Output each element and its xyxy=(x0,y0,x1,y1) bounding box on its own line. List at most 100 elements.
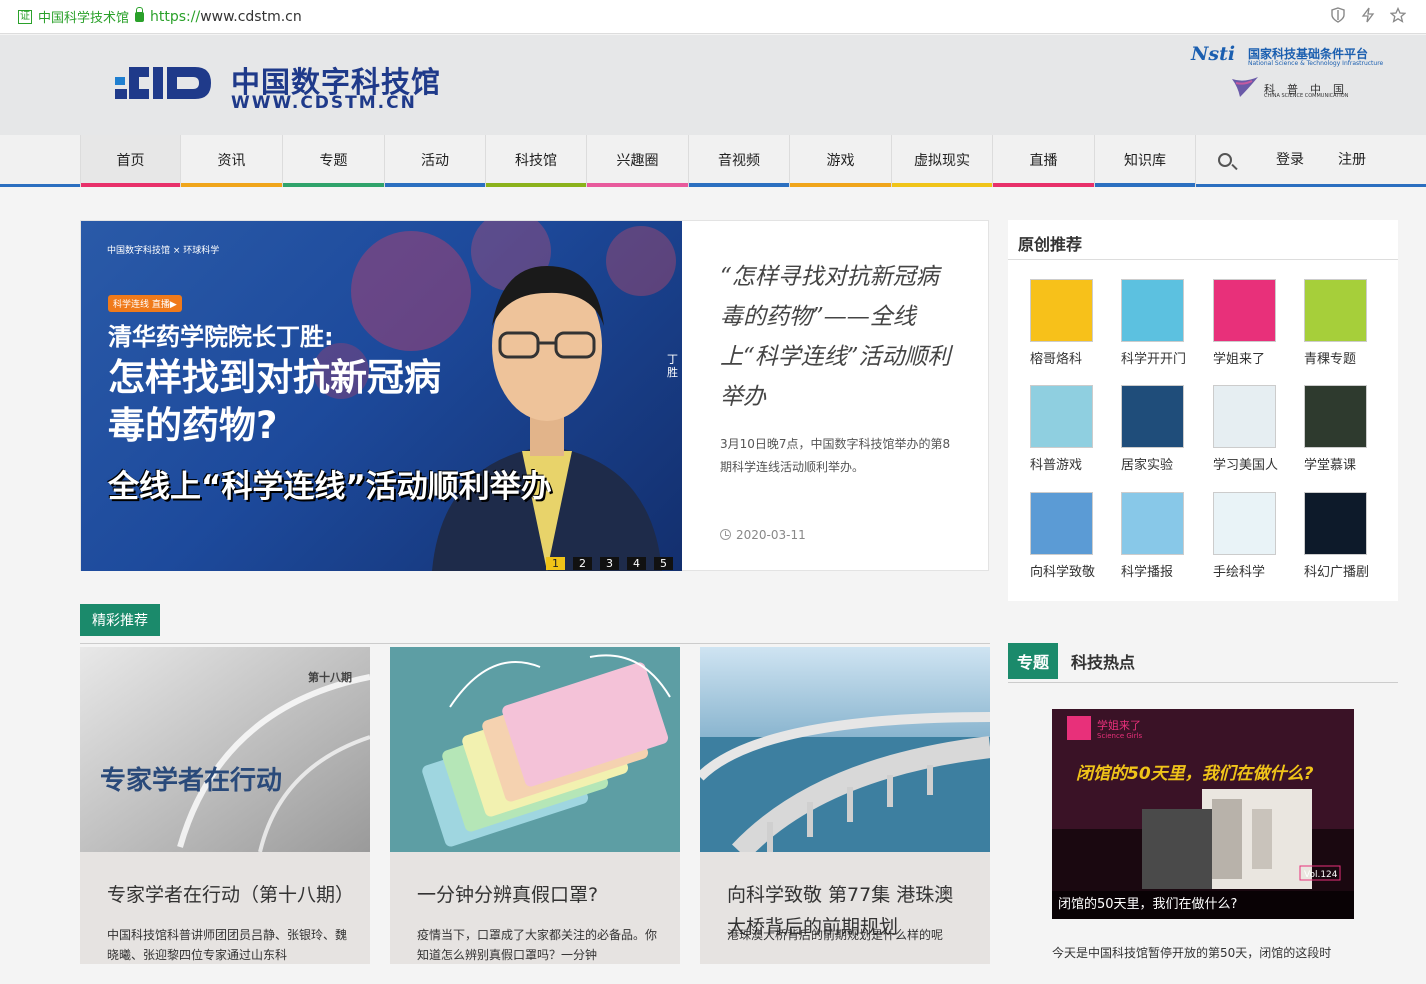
kepu-english-name: CHINA SCIENCE COMMUNICATION xyxy=(1264,93,1349,99)
card-description: 中国科技馆科普讲师团团员吕静、张银玲、魏晓曦、张迎黎四位专家通过山东科 xyxy=(107,928,348,962)
nav-item-events[interactable]: 活动 xyxy=(385,135,486,187)
recommend-tile[interactable]: 学习美国人 xyxy=(1213,385,1293,473)
card-title[interactable]: 一分钟分辨真假口罩? xyxy=(417,879,657,911)
topic-image-graphic: 学姐来了 Science Girls 闭馆的50天里，我们在做什么? Vol.1… xyxy=(1052,709,1354,919)
recommend-tile[interactable]: 科幻广播剧 xyxy=(1304,492,1384,580)
lock-icon xyxy=(135,6,145,22)
banner-page-2[interactable]: 2 xyxy=(573,557,592,570)
url-scheme[interactable]: https:// xyxy=(150,9,200,25)
banner-headline-2: 怎样找到对抗新冠病毒的药物? xyxy=(108,356,441,447)
recommend-tile-label[interactable]: 青稞专题 xyxy=(1304,348,1384,367)
recommend-tile[interactable]: 青稞专题 xyxy=(1304,279,1384,367)
recommend-tile-image[interactable] xyxy=(1213,279,1276,342)
recommend-tile-image[interactable] xyxy=(1030,279,1093,342)
nav-item-knowledge[interactable]: 知识库 xyxy=(1095,135,1196,187)
nav-item-topics[interactable]: 专题 xyxy=(283,135,385,187)
url-host[interactable]: www.cdstm.cn xyxy=(200,9,302,25)
card-image-title: 专家学者在行动 xyxy=(100,765,282,796)
recommend-tile-label[interactable]: 科幻广播剧 xyxy=(1304,561,1384,580)
site-header: 中国数字科技馆 WWW.CDSTM.CN Nsti 国家科技基础条件平台 Nat… xyxy=(0,35,1426,135)
banner-headline-1: 清华药学院院长丁胜: xyxy=(108,323,334,351)
recommend-tile-label[interactable]: 居家实验 xyxy=(1121,454,1201,473)
banner-page-4[interactable]: 4 xyxy=(627,557,646,570)
recommend-tile-label[interactable]: 学习美国人 xyxy=(1213,454,1293,473)
nav-item-vr[interactable]: 虚拟现实 xyxy=(892,135,993,187)
topic-image-brand-en: Science Girls xyxy=(1097,732,1143,740)
nav-item-news[interactable]: 资讯 xyxy=(181,135,283,187)
recommend-tile-image[interactable] xyxy=(1121,385,1184,448)
original-recommend-panel: 原创推荐 榕哥烙科 科学开开门 学姐来了 青稞专题科普游戏 居家实验 学习美国人 学堂慕课向… xyxy=(1008,220,1398,601)
nav-item-live[interactable]: 直播 xyxy=(993,135,1095,187)
shield-icon[interactable] xyxy=(1330,7,1346,23)
recommend-tile-image[interactable] xyxy=(1121,279,1184,342)
banner-image[interactable]: 中国数字科技馆 × 环球科学 科学连线 直播▶ 清华药学院院长丁胜: 怎样找到对… xyxy=(81,221,682,571)
divider xyxy=(80,643,990,644)
browser-address-bar[interactable]: 证 中国科学技术馆 https://www.cdstm.cn xyxy=(0,0,1426,34)
recommend-tile-image[interactable] xyxy=(1213,492,1276,555)
cdstm-logo-icon[interactable] xyxy=(115,59,223,107)
lightning-icon[interactable] xyxy=(1360,7,1376,23)
banner-date: 2020-03-11 xyxy=(720,528,806,542)
recommend-tile-label[interactable]: 学姐来了 xyxy=(1213,348,1293,367)
recommend-tile-image[interactable] xyxy=(1121,492,1184,555)
recommend-tile-image[interactable] xyxy=(1030,492,1093,555)
recommend-tile[interactable]: 榕哥烙科 xyxy=(1030,279,1110,367)
recommend-tile-label[interactable]: 榕哥烙科 xyxy=(1030,348,1110,367)
banner-page-5[interactable]: 5 xyxy=(654,557,673,570)
logo-url-text[interactable]: WWW.CDSTM.CN xyxy=(231,93,417,113)
featured-card[interactable]: 向科学致敬 第77集 港珠澳大桥背后的前期规划 港珠澳大桥背后的前期规划是什么样… xyxy=(700,647,990,977)
banner-quote-title[interactable]: “怎样寻找对抗新冠病毒的药物”——全线上“科学连线”活动顺利举办 xyxy=(720,257,960,417)
topic-caption[interactable]: 闭馆的50天里，我们在做什么? xyxy=(1052,891,1354,919)
divider xyxy=(1008,682,1398,683)
recommend-tile[interactable]: 学堂慕课 xyxy=(1304,385,1384,473)
divider xyxy=(1008,259,1398,260)
topic-image[interactable]: 学姐来了 Science Girls 闭馆的50天里，我们在做什么? Vol.1… xyxy=(1052,709,1354,919)
recommend-tile-label[interactable]: 学堂慕课 xyxy=(1304,454,1384,473)
featured-card[interactable]: 一分钟分辨真假口罩? 疫情当下，口罩成了大家都关注的必备品。你知道怎么辨别真假口… xyxy=(390,647,680,977)
recommend-tile-label[interactable]: 科学开开门 xyxy=(1121,348,1201,367)
register-link[interactable]: 注册 xyxy=(1338,135,1366,185)
banner-partner-logos: 中国数字科技馆 × 环球科学 xyxy=(107,246,220,256)
nav-item-home[interactable]: 首页 xyxy=(80,135,181,187)
recommend-tile[interactable]: 学姐来了 xyxy=(1213,279,1293,367)
featured-card[interactable]: 专家学者在行动 第十八期 专家学者在行动（第十八期） 中国科技馆科普讲师团团员吕… xyxy=(80,647,370,977)
banner-page-3[interactable]: 3 xyxy=(600,557,619,570)
hero-banner[interactable]: 中国数字科技馆 × 环球科学 科学连线 直播▶ 清华药学院院长丁胜: 怎样找到对… xyxy=(80,220,989,571)
featured-section-tag: 精彩推荐 xyxy=(80,604,160,636)
recommend-tile-image[interactable] xyxy=(1304,385,1367,448)
login-link[interactable]: 登录 xyxy=(1276,135,1304,185)
recommend-tile-image[interactable] xyxy=(1304,279,1367,342)
recommend-tile-label[interactable]: 手绘科学 xyxy=(1213,561,1293,580)
nav-item-games[interactable]: 游戏 xyxy=(790,135,892,187)
recommend-tile[interactable]: 科学开开门 xyxy=(1121,279,1201,367)
card-image-experts: 专家学者在行动 第十八期 xyxy=(80,647,370,853)
original-recommend-title: 原创推荐 xyxy=(1018,235,1083,254)
nsti-logo[interactable]: Nsti xyxy=(1191,43,1235,65)
banner-page-1[interactable]: 1 xyxy=(546,557,565,570)
recommend-tile[interactable]: 向科学致敬 xyxy=(1030,492,1110,580)
search-icon[interactable] xyxy=(1218,153,1232,167)
recommend-tile-label[interactable]: 科学播报 xyxy=(1121,561,1201,580)
card-title[interactable]: 专家学者在行动（第十八期） xyxy=(107,879,354,911)
nav-item-interest[interactable]: 兴趣圈 xyxy=(587,135,689,187)
nav-item-museum[interactable]: 科技馆 xyxy=(486,135,587,187)
recommend-tile-image[interactable] xyxy=(1030,385,1093,448)
topic-tab-hot[interactable]: 科技热点 xyxy=(1071,649,1135,673)
topic-tag[interactable]: 专题 xyxy=(1008,643,1059,679)
recommend-tile[interactable]: 科学播报 xyxy=(1121,492,1201,580)
star-icon[interactable] xyxy=(1390,7,1406,23)
nsti-english-name: National Science & Technology Infrastruc… xyxy=(1248,60,1384,67)
kepu-logo-icon[interactable] xyxy=(1230,75,1260,99)
banner-speaker-name: 丁胜 xyxy=(667,353,678,379)
recommend-tile-image[interactable] xyxy=(1213,385,1276,448)
card-description: 疫情当下，口罩成了大家都关注的必备品。你知道怎么辨别真假口罩吗？一分钟 xyxy=(417,928,658,962)
recommend-tile[interactable]: 居家实验 xyxy=(1121,385,1201,473)
recommend-tile[interactable]: 手绘科学 xyxy=(1213,492,1293,580)
recommend-tile[interactable]: 科普游戏 xyxy=(1030,385,1110,473)
nav-item-media[interactable]: 音视频 xyxy=(689,135,790,187)
recommend-tile-label[interactable]: 向科学致敬 xyxy=(1030,561,1110,580)
certificate-icon: 证 xyxy=(18,9,32,24)
recommend-tile-label[interactable]: 科普游戏 xyxy=(1030,454,1110,473)
main-nav: 首页 资讯 专题 活动 科技馆 兴趣圈 音视频 游戏 虚拟现实 直播 知识库 登… xyxy=(0,135,1426,187)
recommend-tile-image[interactable] xyxy=(1304,492,1367,555)
